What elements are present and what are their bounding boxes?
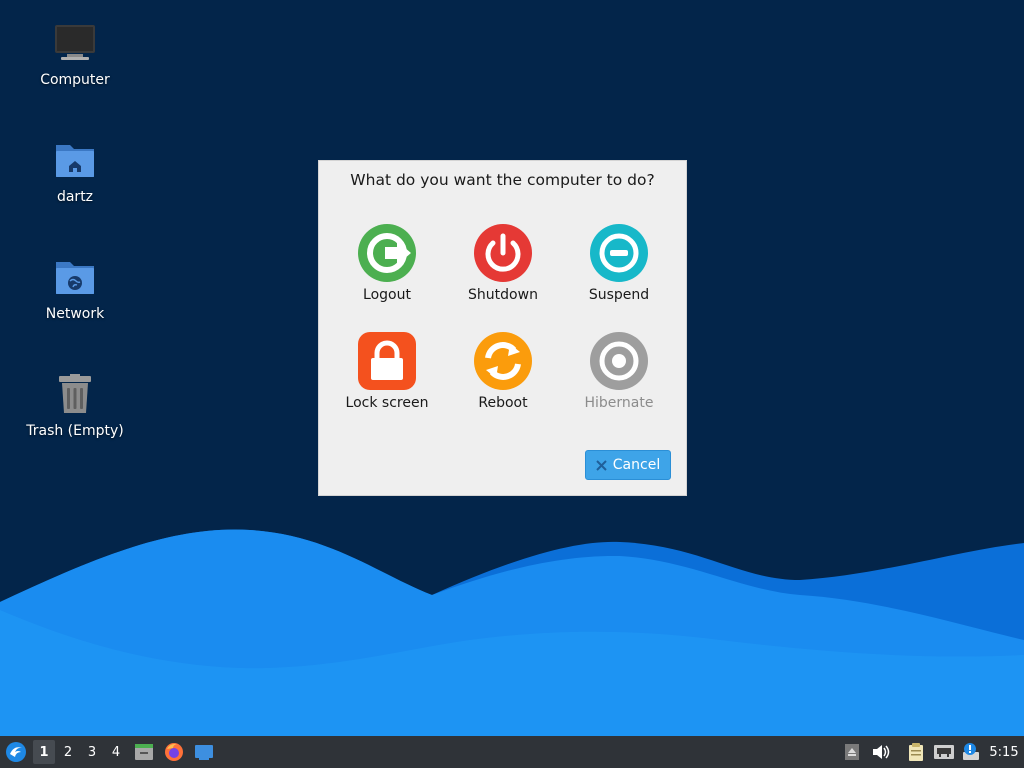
workspace-2[interactable]: 2 [57, 740, 79, 764]
desktop-icon-label: Trash (Empty) [26, 423, 124, 439]
workspace-label: 4 [111, 744, 121, 760]
reboot-icon [474, 332, 532, 390]
suspend-button[interactable]: Suspend [564, 223, 674, 303]
network-folder-icon [53, 256, 97, 300]
start-menu-button[interactable] [4, 740, 28, 764]
desktop-icon-label: dartz [56, 189, 94, 205]
close-icon [596, 459, 607, 471]
power-icon [474, 224, 532, 282]
logout-button[interactable]: Logout [332, 223, 442, 303]
reboot-button[interactable]: Reboot [448, 331, 558, 411]
desktop-icon-label: Network [45, 306, 105, 322]
hibernate-icon [590, 332, 648, 390]
lock-icon [358, 332, 416, 390]
computer-icon [53, 22, 97, 66]
show-desktop-launcher[interactable] [193, 740, 215, 764]
desktop-icon-network[interactable]: Network [20, 256, 130, 322]
logout-dialog: What do you want the computer to do? Log… [318, 160, 687, 496]
desktop-icon-home[interactable]: dartz [20, 139, 130, 205]
desktop: Computer dartz Network Trash (Empty) Wha… [0, 0, 1024, 736]
trash-icon [53, 373, 97, 417]
cancel-button[interactable]: Cancel [585, 450, 671, 480]
action-label: Suspend [588, 287, 650, 303]
firefox-launcher[interactable] [163, 740, 185, 764]
volume-button[interactable] [870, 740, 892, 764]
file-manager-launcher[interactable] [133, 740, 155, 764]
desktop-icon-trash[interactable]: Trash (Empty) [20, 373, 130, 439]
volume-icon [873, 745, 890, 759]
clipboard-button[interactable] [905, 740, 927, 764]
logout-icon [358, 224, 416, 282]
firefox-icon [165, 743, 183, 761]
lubuntu-logo-icon [6, 742, 26, 762]
notification-icon [963, 743, 979, 760]
clock[interactable]: 5:15 [986, 740, 1022, 764]
workspace-3[interactable]: 3 [81, 740, 103, 764]
action-label: Shutdown [468, 287, 538, 303]
taskbar: 1 2 3 4 5:15 [0, 736, 1024, 768]
desktop-icon-label: Computer [40, 72, 110, 88]
workspace-4[interactable]: 4 [105, 740, 127, 764]
hibernate-button[interactable]: Hibernate [564, 331, 674, 411]
workspace-label: 3 [87, 744, 97, 760]
network-wired-icon [934, 745, 954, 759]
action-label: Lock screen [345, 395, 429, 411]
clock-label: 5:15 [989, 744, 1019, 760]
eject-icon [845, 744, 859, 760]
action-label: Reboot [478, 395, 528, 411]
file-manager-icon [135, 744, 153, 760]
notification-button[interactable] [960, 740, 982, 764]
workspace-1[interactable]: 1 [33, 740, 55, 764]
show-desktop-icon [195, 745, 213, 760]
network-button[interactable] [932, 740, 956, 764]
lock-screen-button[interactable]: Lock screen [332, 331, 442, 411]
eject-button[interactable] [842, 740, 862, 764]
workspace-label: 2 [63, 744, 73, 760]
home-folder-icon [53, 139, 97, 183]
workspace-label: 1 [39, 744, 49, 760]
suspend-icon [590, 224, 648, 282]
cancel-label: Cancel [612, 457, 661, 473]
clipboard-icon [909, 743, 923, 761]
shutdown-button[interactable]: Shutdown [448, 223, 558, 303]
action-label: Logout [363, 287, 411, 303]
dialog-title: What do you want the computer to do? [350, 171, 655, 189]
action-label: Hibernate [584, 395, 654, 411]
desktop-icon-computer[interactable]: Computer [20, 22, 130, 88]
